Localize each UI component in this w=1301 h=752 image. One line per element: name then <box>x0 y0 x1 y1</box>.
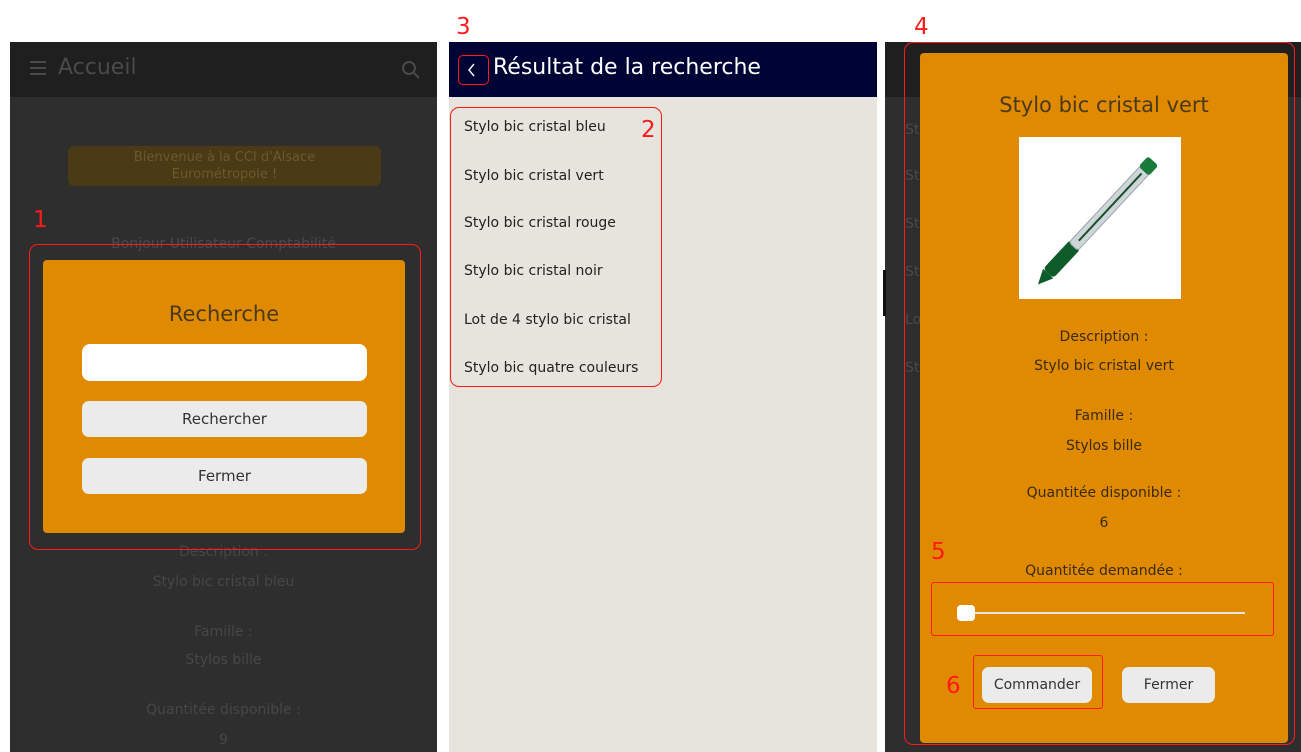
search-icon[interactable] <box>401 60 421 80</box>
menu-icon[interactable] <box>30 61 46 75</box>
annotation-3: 3 <box>456 14 471 40</box>
annotation-6: 6 <box>946 673 961 699</box>
annotation-5-box <box>931 582 1274 636</box>
annotation-4: 4 <box>914 14 929 40</box>
annotation-6-box <box>973 655 1103 709</box>
app-header: Accueil <box>10 42 437 97</box>
bg-qty-label: Quantitée disponible : <box>146 702 301 718</box>
divider <box>883 270 886 316</box>
annotation-1-box <box>29 244 421 550</box>
app-header: Résultat de la recherche <box>449 42 877 97</box>
bg-description-value: Stylo bic cristal bleu <box>152 574 295 590</box>
bg-famille-value: Stylos bille <box>185 652 262 668</box>
welcome-banner: Bienvenue à la CCI d'Alsace Eurométropol… <box>68 146 381 186</box>
annotation-4-box <box>904 42 1295 745</box>
annotation-2-box <box>450 107 662 387</box>
annotation-1: 1 <box>33 207 48 233</box>
annotation-3-box <box>458 55 489 85</box>
bg-famille-label: Famille : <box>194 624 253 640</box>
page-title: Résultat de la recherche <box>493 55 761 80</box>
page-title: Accueil <box>58 55 137 80</box>
bg-qty-value: 9 <box>219 732 228 748</box>
annotation-5: 5 <box>931 539 946 565</box>
